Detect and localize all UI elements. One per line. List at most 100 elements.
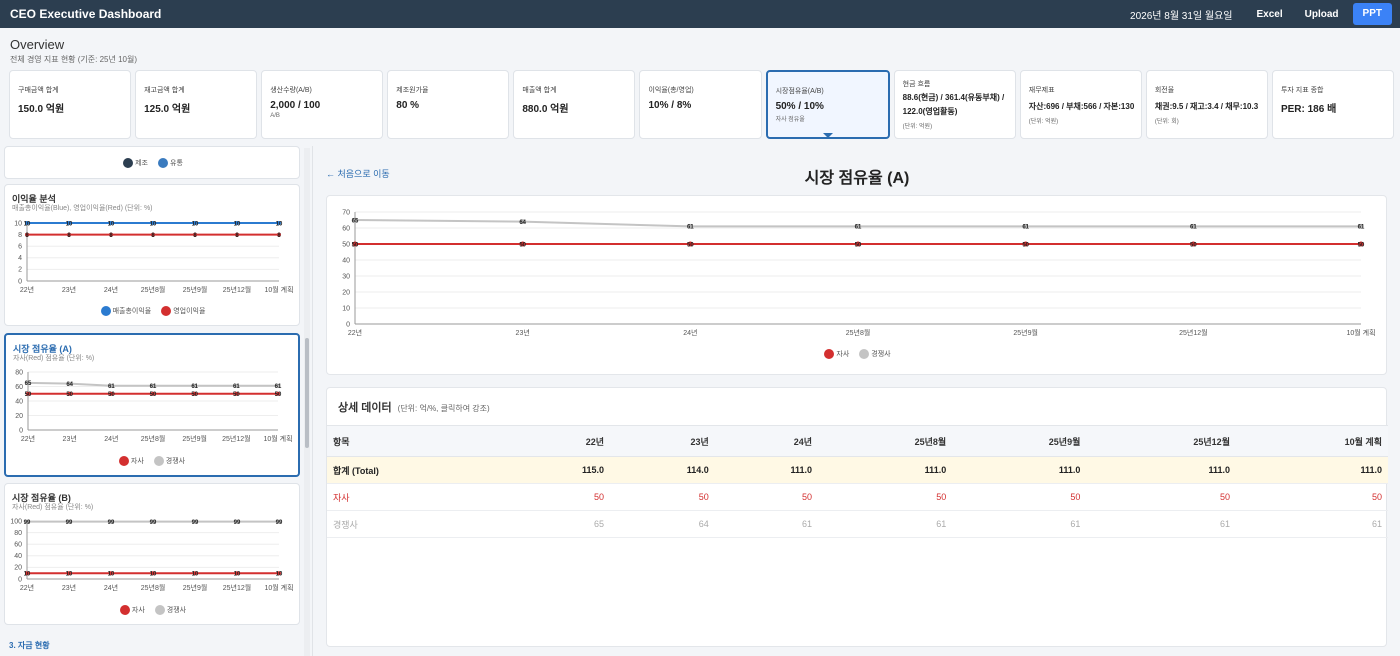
data-label: 61	[1358, 225, 1365, 231]
share-b-line-chart: 0 20 40 60 80 100 22년 23년 24년 25년8월 25년9월 25년12월 10월…	[10, 518, 293, 592]
x-tick-label: 25년12월	[223, 285, 251, 294]
table-row-self[interactable]: 자사 50 50 50 50 50 50 50	[327, 483, 1388, 511]
x-tick-label: 25년12월	[223, 583, 251, 592]
kpi-label: 회전율	[1154, 87, 1175, 94]
table-row-total[interactable]: 합계 (Total) 115.0 114.0 111.0 111.0 111.0…	[327, 456, 1388, 484]
data-label: 61	[275, 384, 282, 390]
kpi-card-profit-rate[interactable]: 이익율(총/영업) 10% / 8%	[639, 70, 762, 139]
excel-button[interactable]: Excel	[1249, 9, 1291, 20]
table-cell: 50	[818, 483, 953, 511]
kpi-card-production[interactable]: 생산수량(A/B) 2,000 / 100 A/B	[261, 70, 384, 139]
kpi-value: 자산:696 / 부채:566 / 자본:130	[1028, 102, 1135, 111]
y-tick-label: 10	[14, 220, 22, 227]
data-label: 50	[855, 242, 862, 248]
x-tick-label: 25년12월	[1179, 328, 1207, 337]
table-cell: 65	[505, 510, 611, 538]
data-label: 10	[192, 221, 199, 227]
kpi-label: 이익율(총/영업)	[648, 87, 694, 94]
y-tick-label: 10	[342, 305, 350, 312]
kpi-value: 50% / 10%	[775, 101, 824, 112]
y-tick-label: 60	[15, 384, 23, 391]
top-bar: CEO Executive Dashboard 2026년 8월 31일 월요일…	[0, 0, 1400, 28]
legend-dot	[154, 605, 165, 616]
data-label: 10	[234, 572, 241, 578]
data-label: 99	[234, 520, 241, 526]
upload-button[interactable]: Upload	[1297, 9, 1347, 20]
kpi-card-turnover[interactable]: 회전율 채권:9.5 / 재고:3.4 / 채무:10.3 (단위: 회)	[1145, 70, 1268, 139]
kpi-value: 2,000 / 100	[270, 100, 321, 111]
kpi-label: 구매금액 합계	[18, 87, 59, 94]
data-label: 61	[1190, 225, 1197, 231]
y-tick-label: 30	[342, 273, 350, 280]
table-cell: 50	[714, 483, 819, 511]
detail-title-text: 상세 데이터	[338, 402, 392, 414]
kpi-unit: (단위: 억원)	[902, 124, 933, 130]
data-label: 99	[108, 520, 115, 526]
detail-title: 상세 데이터 (단위: 억/%, 클릭하여 강조)	[338, 399, 490, 415]
data-label: 99	[24, 520, 31, 526]
x-tick-label: 25년8월	[141, 285, 166, 294]
data-label: 50	[275, 392, 282, 398]
table-cell: 111.0	[1086, 456, 1236, 484]
kpi-card-inventory[interactable]: 재고금액 합계 125.0 억원	[135, 70, 258, 139]
table-cell: 111.0	[714, 456, 819, 484]
kpi-card-cash-flow[interactable]: 현금 흐름 88.6(현금) / 361.4(유동부채) / 122.0(영업활…	[893, 70, 1016, 139]
scrollbar-thumb[interactable]	[305, 338, 309, 448]
y-tick-label: 60	[14, 542, 22, 549]
data-label: 61	[150, 384, 157, 390]
kpi-label: 생산수량(A/B)	[270, 87, 312, 94]
data-label: 65	[352, 218, 359, 224]
data-label: 50	[352, 242, 359, 248]
data-label: 10	[108, 221, 115, 227]
x-tick-label: 10월 계획	[263, 434, 292, 443]
x-tick-label: 22년	[21, 434, 35, 443]
x-tick-label: 24년	[104, 434, 118, 443]
data-label: 99	[150, 520, 157, 526]
legend-dot	[859, 349, 870, 360]
kpi-label: 재고금액 합계	[144, 87, 185, 94]
kpi-card-purchase[interactable]: 구매금액 합계 150.0 억원	[9, 70, 132, 139]
back-link[interactable]: ← 처음으로 이동	[326, 167, 390, 180]
ppt-button[interactable]: PPT	[1352, 3, 1392, 25]
table-cell: 115.0	[505, 456, 611, 484]
share-a-chart-card[interactable]: 시장 점유율 (A) 자사(Red) 점유율 (단위: %) 0 20 40 60 80…	[4, 333, 300, 477]
legend: 자사 경쟁사	[6, 456, 298, 467]
data-label: 10	[24, 221, 31, 227]
legend-dot	[153, 456, 164, 467]
share-b-chart-card[interactable]: 시장 점유율 (B) 자사(Red) 점유율 (단위: %) 0 20 40 60 80…	[4, 483, 300, 625]
kpi-card-cost-rate[interactable]: 제조원가율 80 %	[387, 70, 510, 139]
left-panel[interactable]: 제조 유통 이익율 분석 매출총이익율(Blue), 영업이익율(Red) (단…	[0, 146, 310, 656]
kpi-card-market-share[interactable]: 시장점유율(A/B) 50% / 10% 자사 점유율	[765, 70, 890, 139]
kpi-unit: 자사 점유율	[775, 117, 805, 123]
profit-line-chart: 024681022년 23년 24년 25년8월 25년9월 25년12월 10월 계획8 8…	[14, 220, 293, 294]
partial-chart-card[interactable]: 제조 유통	[4, 146, 300, 179]
legend-dot	[158, 158, 168, 169]
table-row-competitor[interactable]: 경쟁사 65 64 61 61 61 61 61	[327, 510, 1388, 538]
legend-item: 경쟁사	[154, 605, 187, 616]
kpi-card-financials[interactable]: 재무제표 자산:696 / 부채:566 / 자본:130 (단위: 억원)	[1019, 70, 1142, 139]
kpi-card-investment[interactable]: 투자 지표 종합 PER: 186 배	[1271, 70, 1395, 139]
data-label: 50	[191, 392, 198, 398]
profit-chart-card[interactable]: 이익율 분석 매출총이익율(Blue), 영업이익율(Red) (단위: %) …	[4, 184, 300, 326]
column-header: 10월 계획	[1235, 425, 1388, 457]
legend-label: 경쟁사	[166, 607, 187, 614]
legend-dot	[161, 306, 172, 317]
column-header: 23년	[610, 425, 715, 457]
kpi-unit: (단위: 회)	[1154, 119, 1179, 125]
kpi-label: 매출액 합계	[522, 87, 557, 94]
kpi-value: 88.6(현금) / 361.4(유동부채) / 122.0(영업활동)	[902, 93, 1005, 116]
legend-label: 제조	[135, 160, 148, 167]
kpi-value: 채권:9.5 / 재고:3.4 / 채무:10.3	[1154, 102, 1259, 111]
table-cell: 114.0	[610, 456, 715, 484]
kpi-card-sales[interactable]: 매출액 합계 880.0 억원	[513, 70, 636, 139]
section-heading: 3. 자금 현황	[9, 641, 50, 650]
data-label: 10	[276, 221, 283, 227]
data-label: 50	[1358, 242, 1365, 248]
y-tick-label: 100	[10, 518, 22, 525]
table-cell: 61	[952, 510, 1087, 538]
data-label: 99	[276, 520, 283, 526]
legend-label: 자사	[130, 458, 144, 465]
y-tick-label: 4	[18, 255, 22, 262]
data-label: 64	[519, 220, 526, 226]
data-label: 61	[1022, 225, 1029, 231]
